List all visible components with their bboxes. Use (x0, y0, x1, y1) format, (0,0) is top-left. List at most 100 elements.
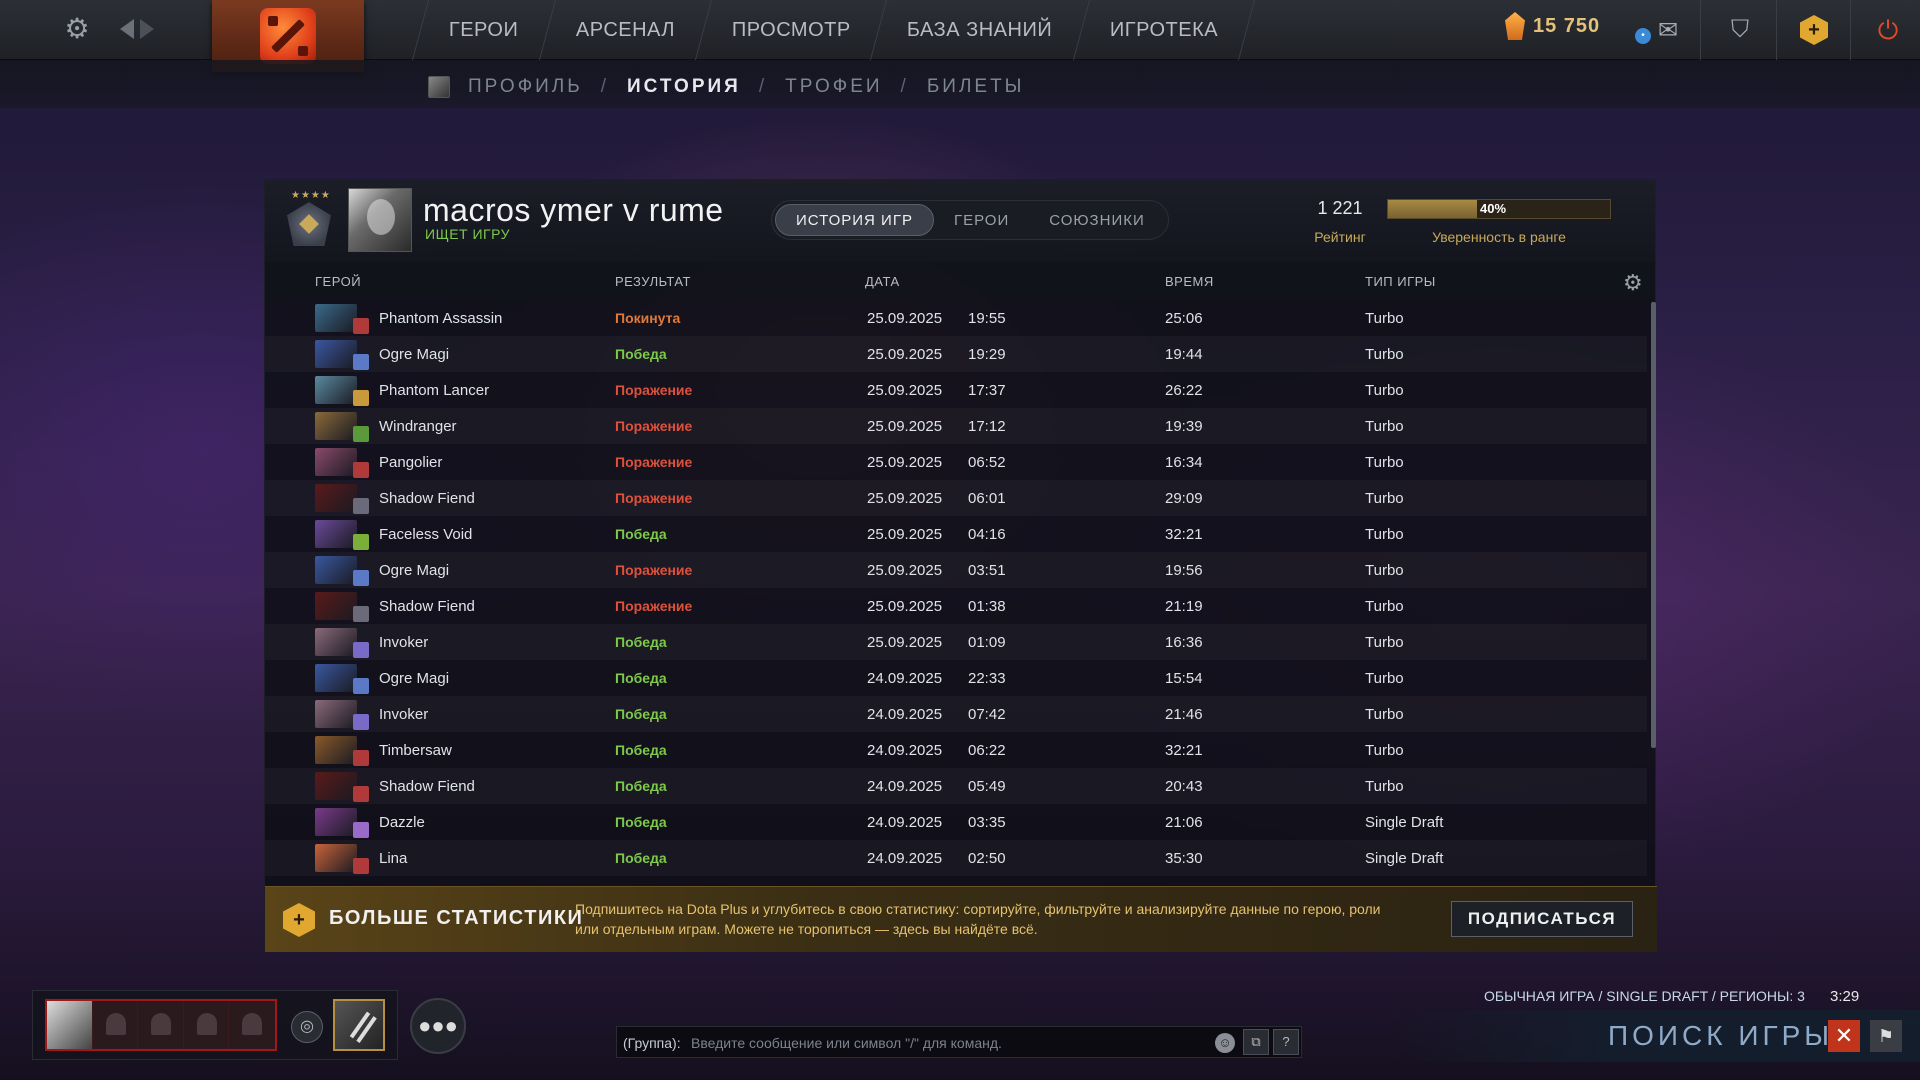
forward-arrow-icon[interactable] (140, 19, 154, 39)
match-duration: 32:21 (1165, 742, 1203, 759)
table-row[interactable]: Ogre Magi Поражение 25.09.2025 03:51 19:56 Tu… (265, 552, 1647, 588)
header-hero[interactable]: ГЕРОЙ (315, 274, 361, 289)
hero-name: Ogre Magi (379, 562, 450, 579)
queue-timer: 3:29 (1830, 988, 1860, 1005)
table-row[interactable]: Phantom Assassin Покинута 25.09.2025 19:55 2… (265, 300, 1647, 336)
party-slot-me[interactable] (47, 1001, 93, 1049)
chat-input[interactable] (691, 1031, 1211, 1055)
nav-learn[interactable]: БАЗА ЗНАНИЙ (870, 0, 1089, 60)
header-game-type[interactable]: ТИП ИГРЫ (1365, 274, 1436, 289)
game-type: Turbo (1365, 310, 1404, 327)
hero-role-badge-icon (353, 534, 369, 550)
hero-role-badge-icon (353, 642, 369, 658)
table-row[interactable]: Pangolier Поражение 25.09.2025 06:52 16:34 Tu… (265, 444, 1647, 480)
hero-portrait-icon (315, 592, 357, 620)
avatar[interactable] (348, 188, 412, 252)
match-date: 25.09.2025 (867, 598, 943, 615)
table-row[interactable]: Windranger Поражение 25.09.2025 17:12 19:39 T… (265, 408, 1647, 444)
cancel-search-button[interactable]: ✕ (1828, 1020, 1860, 1052)
header-date[interactable]: ДАТА (865, 274, 900, 289)
hero-name: Phantom Lancer (379, 382, 490, 399)
power-icon[interactable]: ⏻ (1870, 12, 1906, 48)
hero-name: Invoker (379, 706, 429, 723)
hero-portrait-icon (315, 484, 357, 512)
table-row[interactable]: Timbersaw Победа 24.09.2025 06:22 32:21 Turbo (265, 732, 1647, 768)
role-select-button[interactable] (333, 999, 385, 1051)
scrollbar[interactable] (1651, 302, 1656, 748)
empty-slot-icon (151, 1013, 172, 1035)
breadcrumb-history[interactable]: ИСТОРИЯ (627, 76, 741, 98)
match-duration: 19:39 (1165, 418, 1203, 435)
armory-icon[interactable]: ⛉ (1722, 12, 1758, 48)
match-result: Поражение (615, 418, 693, 434)
hero-name: Phantom Assassin (379, 310, 503, 327)
match-result: Поражение (615, 598, 693, 614)
breadcrumb: ПРОФИЛЬ / ИСТОРИЯ / ТРОФЕИ / БИЛЕТЫ (428, 76, 1025, 98)
nav-watch[interactable]: ПРОСМОТР (694, 0, 887, 60)
nav-heroes[interactable]: ГЕРОИ (411, 0, 555, 60)
nav-arsenal[interactable]: АРСЕНАЛ (538, 0, 711, 60)
chat-expand-icon[interactable]: ⧉ (1243, 1029, 1269, 1055)
hero-name: Pangolier (379, 454, 443, 471)
hero-role-badge-icon (353, 426, 369, 442)
hero-portrait-icon (315, 304, 357, 332)
empty-slot-icon (242, 1013, 263, 1035)
shards-balance[interactable]: 15 750 (1505, 12, 1600, 40)
tab-match-history[interactable]: ИСТОРИЯ ИГР (775, 204, 934, 236)
breadcrumb-profile[interactable]: ПРОФИЛЬ (468, 76, 583, 98)
hero-role-badge-icon (353, 606, 369, 622)
party-slot-empty[interactable] (92, 1001, 139, 1049)
table-row[interactable]: Phantom Lancer Поражение 25.09.2025 17:37 26… (265, 372, 1647, 408)
table-row[interactable]: Faceless Void Победа 25.09.2025 04:16 32:21 T… (265, 516, 1647, 552)
tab-heroes[interactable]: ГЕРОИ (934, 204, 1029, 236)
settings-icon[interactable]: ⚙ (62, 14, 92, 44)
tab-allies[interactable]: СОЮЗНИКИ (1029, 204, 1165, 236)
chat-help-button[interactable]: ? (1273, 1029, 1299, 1055)
table-row[interactable]: Shadow Fiend Поражение 25.09.2025 06:01 29:0… (265, 480, 1647, 516)
history-arrows (120, 14, 168, 44)
breadcrumb-trophies[interactable]: ТРОФЕИ (785, 76, 882, 98)
game-type: Turbo (1365, 454, 1404, 471)
table-row[interactable]: Dazzle Победа 24.09.2025 03:35 21:06 Single D… (265, 804, 1647, 840)
back-arrow-icon[interactable] (120, 19, 134, 39)
subscribe-button[interactable]: ПОДПИСАТЬСЯ (1451, 901, 1633, 937)
empty-slot-icon (196, 1013, 217, 1035)
hero-name: Faceless Void (379, 526, 473, 543)
match-time: 06:01 (968, 490, 1006, 507)
table-row[interactable]: Ogre Magi Победа 24.09.2025 22:33 15:54 Turbo (265, 660, 1647, 696)
match-duration: 19:44 (1165, 346, 1203, 363)
group-finder-icon[interactable]: ●●● (410, 998, 466, 1054)
header-result[interactable]: РЕЗУЛЬТАТ (615, 274, 691, 289)
match-result: Победа (615, 850, 667, 866)
match-duration: 35:30 (1165, 850, 1203, 867)
hero-role-badge-icon (353, 714, 369, 730)
table-row[interactable]: Shadow Fiend Победа 24.09.2025 05:49 20:43 Tu… (265, 768, 1647, 804)
breadcrumb-tickets[interactable]: БИЛЕТЫ (927, 76, 1025, 98)
queue-options-icon[interactable]: ⚑ (1870, 1020, 1902, 1052)
voice-headset-icon[interactable]: ◎ (291, 1011, 323, 1043)
game-type: Turbo (1365, 670, 1404, 687)
chat-channel-label: (Группа): (623, 1035, 681, 1051)
table-row[interactable]: Ogre Magi Победа 25.09.2025 19:29 19:44 Turbo (265, 336, 1647, 372)
table-settings-gear-icon[interactable]: ⚙ (1623, 270, 1643, 296)
party-slot-empty[interactable] (183, 1001, 230, 1049)
header-duration[interactable]: ВРЕМЯ (1165, 274, 1214, 289)
find-match-title[interactable]: ПОИСК ИГРЫ (1608, 1020, 1833, 1052)
match-time: 03:35 (968, 814, 1006, 831)
table-row[interactable]: Shadow Fiend Поражение 25.09.2025 01:38 21:1… (265, 588, 1647, 624)
game-type: Turbo (1365, 706, 1404, 723)
rank-medal-icon[interactable]: ★★★★ (281, 190, 337, 250)
table-row[interactable]: Invoker Победа 25.09.2025 01:09 16:36 Turbo (265, 624, 1647, 660)
nav-arcade[interactable]: ИГРОТЕКА (1072, 0, 1256, 60)
table-row[interactable]: Invoker Победа 24.09.2025 07:42 21:46 Turbo (265, 696, 1647, 732)
party-slot-empty[interactable] (138, 1001, 184, 1049)
chat-icon[interactable]: ✉ (1650, 12, 1686, 48)
dota-plus-icon: + (283, 903, 315, 937)
promo-text: Подпишитесь на Dota Plus и углубитесь в … (575, 901, 1381, 937)
dota-plus-button[interactable]: + (1796, 12, 1832, 48)
party-bar: ◎ (32, 990, 398, 1060)
party-slot-empty[interactable] (229, 1001, 276, 1049)
table-row[interactable]: Lina Победа 24.09.2025 02:50 35:30 Single Dra… (265, 840, 1647, 876)
emoji-icon[interactable]: ☺ (1215, 1033, 1235, 1053)
table-header: ГЕРОЙ РЕЗУЛЬТАТ ДАТА ВРЕМЯ ТИП ИГРЫ ⚙ (265, 262, 1655, 300)
